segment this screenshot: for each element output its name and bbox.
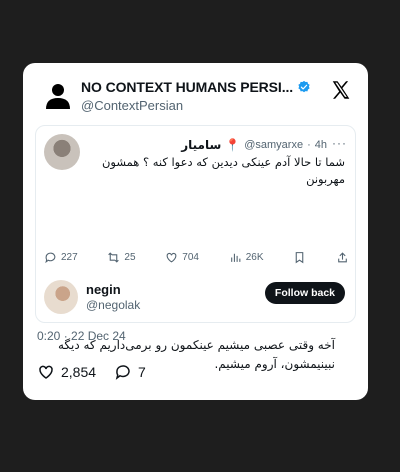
reply-handle[interactable]: @negolak bbox=[86, 298, 140, 312]
like-count: 704 bbox=[182, 251, 199, 263]
tweet-stats: 2,854 7 bbox=[37, 363, 146, 381]
share-action[interactable] bbox=[336, 251, 349, 264]
x-logo-icon[interactable] bbox=[330, 79, 352, 101]
author-block: NO CONTEXT HUMANS PERSI... @ContextPersi… bbox=[81, 79, 321, 113]
quoted-handle[interactable]: @samyarxe bbox=[244, 139, 303, 151]
verified-badge-icon bbox=[298, 80, 310, 93]
bookmark-icon bbox=[295, 251, 304, 263]
reply-count: 227 bbox=[61, 251, 78, 263]
comments-stat[interactable]: 7 bbox=[114, 363, 146, 381]
likes-count: 2,854 bbox=[61, 364, 97, 380]
follow-back-button[interactable]: Follow back bbox=[264, 282, 345, 304]
share-icon bbox=[338, 251, 347, 262]
views-count: 26K bbox=[245, 251, 264, 263]
likes-stat[interactable]: 2,854 bbox=[37, 363, 96, 381]
quoted-actions: 227 25 704 26K bbox=[44, 248, 349, 266]
quoted-meta: سامیار 📍 @samyarxe · 4h bbox=[88, 136, 327, 154]
views-icon bbox=[230, 253, 241, 262]
tweet-card: NO CONTEXT HUMANS PERSI... @ContextPersi… bbox=[23, 63, 368, 400]
bookmark-action[interactable] bbox=[293, 251, 306, 264]
quoted-name[interactable]: سامیار bbox=[181, 138, 221, 152]
quoted-age[interactable]: 4h bbox=[315, 139, 327, 151]
quoted-tweet[interactable]: سامیار 📍 @samyarxe · 4h ··· شما تا حالا … bbox=[44, 134, 347, 234]
more-options-icon[interactable]: ··· bbox=[332, 136, 347, 150]
like-action[interactable]: 704 bbox=[165, 251, 199, 264]
retweet-icon bbox=[108, 251, 120, 263]
tweet-timestamp[interactable]: 0:20 · 22 Dec 24 bbox=[37, 329, 126, 343]
retweet-count: 25 bbox=[124, 251, 136, 263]
reply-tweet-header: negin @negolak Follow back bbox=[44, 280, 347, 324]
quoted-text: شما تا حالا آدم عینکی دیدین که دعوا کنه … bbox=[101, 155, 345, 186]
default-avatar-icon[interactable] bbox=[43, 81, 73, 111]
reply-icon bbox=[45, 252, 56, 263]
comment-icon bbox=[115, 365, 130, 380]
author-handle[interactable]: @ContextPersian bbox=[81, 98, 321, 113]
comments-count: 7 bbox=[138, 364, 146, 380]
reply-avatar[interactable] bbox=[44, 280, 78, 314]
views-action[interactable]: 26K bbox=[229, 251, 264, 264]
tweet-header: NO CONTEXT HUMANS PERSI... @ContextPersi… bbox=[39, 77, 356, 117]
quoted-avatar[interactable] bbox=[44, 134, 80, 170]
heart-icon bbox=[39, 365, 53, 379]
author-name[interactable]: NO CONTEXT HUMANS PERSI... bbox=[81, 79, 293, 95]
reply-action[interactable]: 227 bbox=[44, 251, 78, 264]
reply-name[interactable]: negin bbox=[86, 282, 121, 297]
heart-icon bbox=[166, 252, 177, 262]
retweet-action[interactable]: 25 bbox=[107, 251, 136, 264]
quoted-thread[interactable]: سامیار 📍 @samyarxe · 4h ··· شما تا حالا … bbox=[35, 125, 356, 371]
pin-icon: 📍 bbox=[225, 138, 241, 152]
meta-separator: · bbox=[307, 139, 311, 151]
